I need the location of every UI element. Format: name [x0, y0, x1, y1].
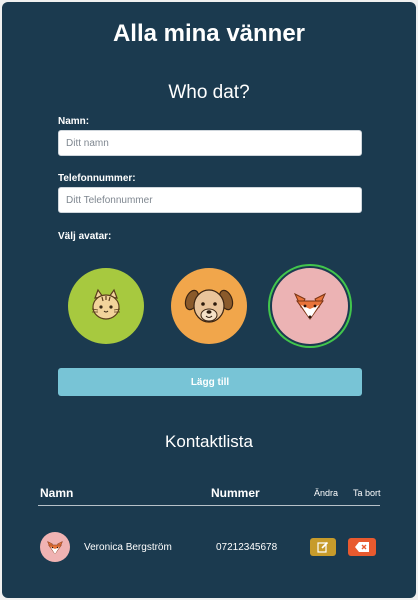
column-header-delete: Ta bort [353, 488, 381, 498]
backspace-icon [355, 542, 369, 552]
avatar-option-fox[interactable] [272, 268, 348, 344]
avatar-option-cat[interactable] [68, 268, 144, 344]
name-label: Namn: [58, 116, 90, 127]
column-header-edit: Ändra [314, 488, 339, 498]
phone-label: Telefonnummer: [58, 173, 136, 184]
cat-icon [91, 288, 121, 320]
contact-name: Veronica Bergström [84, 542, 172, 553]
dog-icon [184, 289, 234, 323]
column-header-number: Nummer [211, 486, 260, 500]
contact-list-title: Kontaktlista [165, 432, 253, 451]
avatar [40, 532, 70, 562]
delete-button[interactable] [348, 538, 376, 556]
app-container: Alla mina vänner Who dat? Namn: Telefonn… [2, 2, 416, 598]
edit-button[interactable] [310, 538, 336, 556]
phone-input[interactable] [58, 187, 362, 213]
contact-number: 07212345678 [216, 542, 278, 553]
fox-icon [46, 540, 64, 554]
column-header-name: Namn [40, 486, 74, 500]
avatar-label: Välj avatar: [58, 231, 112, 242]
avatar-option-dog[interactable] [171, 268, 247, 344]
add-contact-button[interactable]: Lägg till [58, 368, 362, 396]
edit-icon [317, 541, 329, 553]
name-input[interactable] [58, 130, 362, 156]
page-title: Alla mina vänner [112, 20, 306, 47]
form-title: Who dat? [168, 82, 250, 103]
fox-icon [293, 292, 327, 320]
header-divider [38, 505, 380, 506]
